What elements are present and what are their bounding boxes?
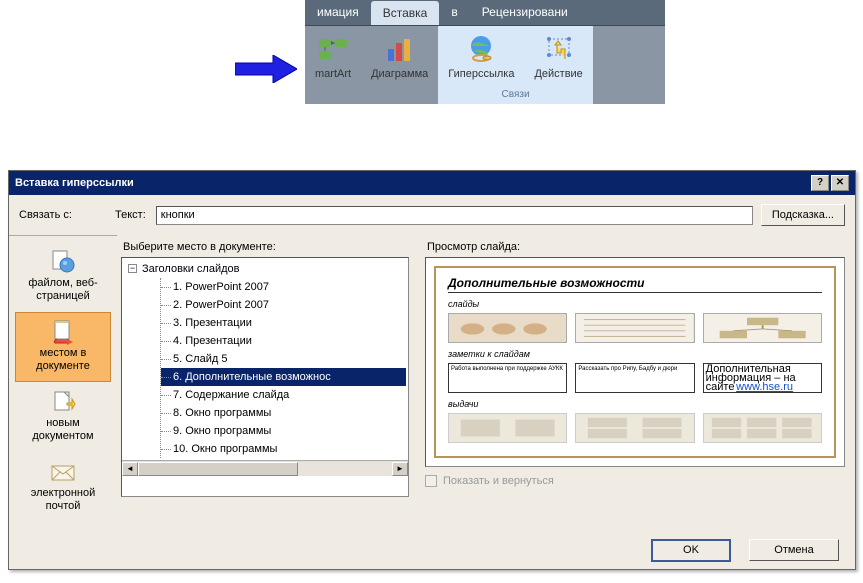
links-group-label: Связи bbox=[502, 89, 530, 102]
scroll-right-icon[interactable]: ► bbox=[392, 462, 408, 476]
chart-button[interactable]: Диаграмма bbox=[367, 30, 432, 83]
slide-section-slides: слайды bbox=[448, 299, 822, 309]
smartart-button[interactable]: martArt bbox=[311, 30, 355, 83]
show-return-row: Показать и вернуться bbox=[425, 475, 845, 487]
ribbon-body: martArt Диаграмма Гиперссылка bbox=[305, 26, 665, 104]
help-button[interactable]: ? bbox=[811, 175, 829, 191]
titlebar: Вставка гиперссылки ? ✕ bbox=[9, 171, 855, 195]
cancel-button[interactable]: Отмена bbox=[749, 539, 839, 561]
slide-thumb-2 bbox=[575, 313, 694, 343]
tree-label: Выберите место в документе: bbox=[123, 241, 409, 253]
tip-button[interactable]: Подсказка... bbox=[761, 204, 845, 226]
sidebar-label-new-doc: новым документом bbox=[20, 417, 106, 443]
sidebar-item-email[interactable]: электронной почтой bbox=[15, 452, 111, 522]
tree-root[interactable]: − Заголовки слайдов 1. PowerPoint 20072.… bbox=[128, 260, 406, 458]
smartart-label: martArt bbox=[315, 68, 351, 80]
slide-preview: Дополнительные возможности слайды bbox=[434, 266, 836, 458]
action-icon bbox=[543, 33, 575, 65]
ribbon-group-links: Гиперссылка Действие Связи bbox=[438, 26, 593, 104]
slide-link: www.hse.ru bbox=[736, 381, 793, 393]
preview-label: Просмотр слайда: bbox=[427, 241, 845, 253]
hyperlink-label: Гиперссылка bbox=[448, 68, 514, 80]
scroll-left-icon[interactable]: ◄ bbox=[122, 462, 138, 476]
tree-view[interactable]: − Заголовки слайдов 1. PowerPoint 20072.… bbox=[121, 257, 409, 497]
tree-item[interactable]: 4. Презентации bbox=[161, 332, 406, 350]
tab-v[interactable]: в bbox=[439, 0, 469, 25]
chart-label: Диаграмма bbox=[371, 68, 428, 80]
tree-root-label: Заголовки слайдов bbox=[142, 263, 240, 275]
slide-handout-3 bbox=[703, 413, 822, 443]
tree-item[interactable]: 1. PowerPoint 2007 bbox=[161, 278, 406, 296]
slide-row-2: Работа выполнена при поддержке АУКК Расс… bbox=[448, 363, 822, 393]
tree-item[interactable]: 6. Дополнительные возможнос bbox=[161, 368, 406, 386]
action-button[interactable]: Действие bbox=[530, 30, 586, 83]
hyperlink-dialog: Вставка гиперссылки ? ✕ Связать с: Текст… bbox=[8, 170, 856, 570]
sidebar-item-place-doc[interactable]: местом в документе bbox=[15, 312, 111, 382]
sidebar-label-email: электронной почтой bbox=[20, 487, 106, 513]
tree-item[interactable]: 2. PowerPoint 2007 bbox=[161, 296, 406, 314]
tree-item[interactable]: 10. Окно программы bbox=[161, 440, 406, 458]
tab-review[interactable]: Рецензировани bbox=[470, 0, 580, 25]
globe-icon bbox=[465, 33, 497, 65]
sidebar-label-place-doc: местом в документе bbox=[20, 347, 106, 373]
text-label: Текст: bbox=[115, 209, 146, 221]
file-web-icon bbox=[49, 249, 77, 275]
slide-row-1 bbox=[448, 313, 822, 343]
link-to-label: Связать с: bbox=[19, 209, 107, 221]
tree-item[interactable]: 8. Окно программы bbox=[161, 404, 406, 422]
slide-section-handouts: выдачи bbox=[448, 399, 822, 409]
preview-box: Дополнительные возможности слайды bbox=[425, 257, 845, 467]
arrow-pointer bbox=[235, 55, 297, 83]
slide-textbox-3: Дополнительная информация – на сайте www… bbox=[703, 363, 822, 393]
scroll-thumb[interactable] bbox=[138, 462, 298, 476]
slide-textbox-2: Рассказать про Рипу, Бадбу и дюри bbox=[575, 363, 694, 393]
group-label-illustrations bbox=[370, 89, 373, 102]
new-doc-icon bbox=[49, 389, 77, 415]
sidebar-item-new-doc[interactable]: новым документом bbox=[15, 382, 111, 452]
tree-item[interactable]: 5. Слайд 5 bbox=[161, 350, 406, 368]
sidebar: файлом, веб-страницей местом в документе… bbox=[9, 235, 117, 531]
tree-item[interactable]: 3. Презентации bbox=[161, 314, 406, 332]
tree-item[interactable]: 7. Содержание слайда bbox=[161, 386, 406, 404]
ribbon-tabs: имация Вставка в Рецензировани bbox=[305, 0, 665, 26]
horizontal-scrollbar[interactable]: ◄ ► bbox=[122, 460, 408, 476]
slide-thumb-1 bbox=[448, 313, 567, 343]
ok-button[interactable]: OK bbox=[651, 539, 731, 562]
sidebar-item-file-web[interactable]: файлом, веб-страницей bbox=[15, 242, 111, 312]
slide-handout-2 bbox=[575, 413, 694, 443]
tree-item[interactable]: 9. Окно программы bbox=[161, 422, 406, 440]
ribbon-group-illustrations: martArt Диаграмма bbox=[305, 26, 438, 104]
top-row: Связать с: Текст: Подсказка... bbox=[9, 195, 855, 235]
preview-column: Просмотр слайда: Дополнительные возможно… bbox=[425, 239, 845, 527]
scroll-track[interactable] bbox=[138, 462, 392, 476]
show-return-checkbox bbox=[425, 475, 437, 487]
slide-title: Дополнительные возможности bbox=[448, 276, 822, 293]
main-area: Выберите место в документе: − Заголовки … bbox=[117, 235, 855, 531]
tab-insert[interactable]: Вставка bbox=[371, 1, 440, 25]
action-label: Действие bbox=[534, 68, 582, 80]
slide-thumb-3 bbox=[703, 313, 822, 343]
bottom-buttons: OK Отмена bbox=[9, 531, 855, 569]
close-button[interactable]: ✕ bbox=[831, 175, 849, 191]
place-doc-icon bbox=[49, 319, 77, 345]
dialog-title: Вставка гиперссылки bbox=[15, 177, 809, 189]
ribbon: имация Вставка в Рецензировани martArt Д… bbox=[305, 0, 665, 104]
slide-textbox-1: Работа выполнена при поддержке АУКК bbox=[448, 363, 567, 393]
hyperlink-button[interactable]: Гиперссылка bbox=[444, 30, 518, 83]
slide-handout-1 bbox=[448, 413, 567, 443]
email-icon bbox=[49, 459, 77, 485]
collapse-icon[interactable]: − bbox=[128, 264, 137, 273]
text-input[interactable] bbox=[156, 206, 753, 225]
show-return-label: Показать и вернуться bbox=[443, 475, 554, 487]
sidebar-label-file-web: файлом, веб-страницей bbox=[20, 277, 106, 303]
slide-row-3 bbox=[448, 413, 822, 443]
slide-section-notes: заметки к слайдам bbox=[448, 349, 822, 359]
smartart-icon bbox=[317, 33, 349, 65]
tab-animation[interactable]: имация bbox=[305, 0, 371, 25]
chart-icon bbox=[384, 33, 416, 65]
tree-column: Выберите место в документе: − Заголовки … bbox=[121, 239, 409, 527]
